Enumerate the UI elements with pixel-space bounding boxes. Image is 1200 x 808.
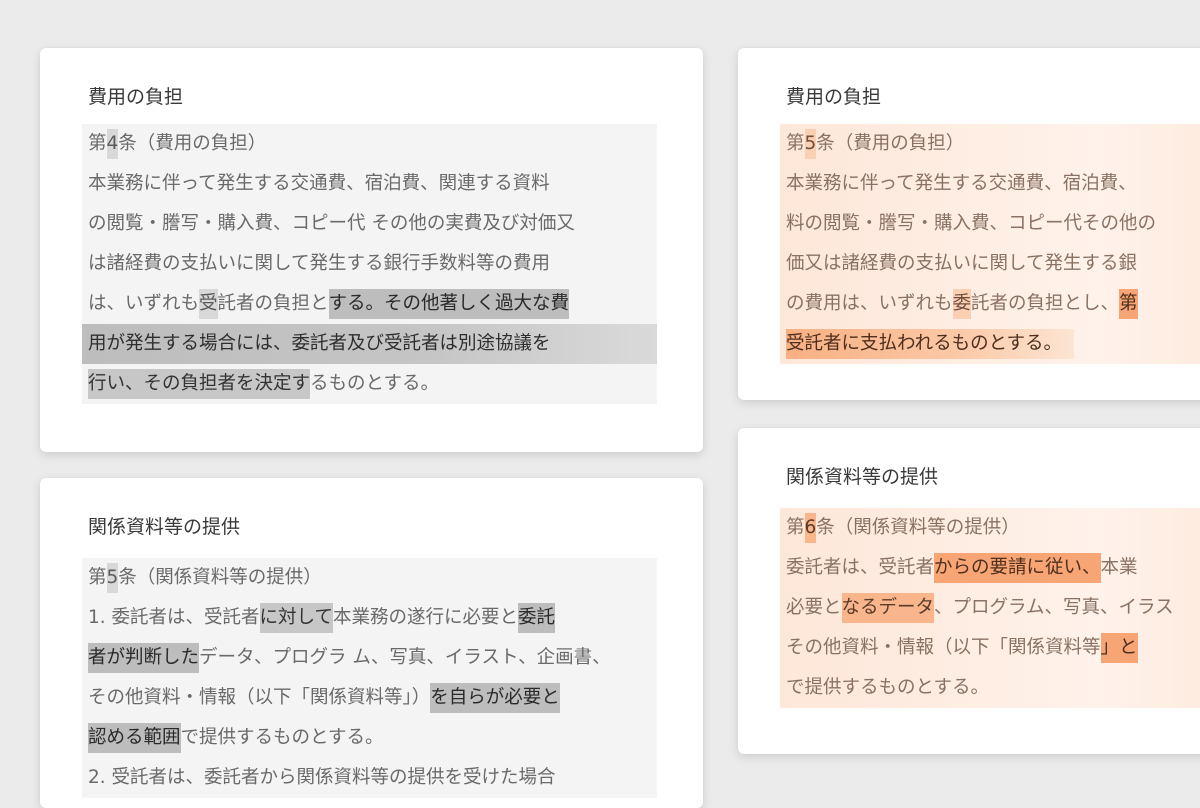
clause-heading: 第4条（費用の負担） [82,124,657,164]
diff-highlight: 受 [199,289,218,319]
text-line: 本業務に伴って発生する交通費、宿泊費、 [780,164,1200,204]
card-title: 費用の負担 [88,86,184,108]
text-line: 行い、その負担者を決定するものとする。 [82,364,657,404]
clause-number: 4 [106,129,119,159]
text-line: 1. 委託者は、受託者に対して本業務の遂行に必要と委託 [82,598,657,638]
text-line: は、いずれも受託者の負担とする。その他著しく過大な費 [82,284,657,324]
text-line: 価又は諸経費の支払いに関して発生する銀 [780,244,1200,284]
text-line: その他資料・情報（以下「関係資料等」）を自らが必要と [82,678,657,718]
clause-number: 6 [804,513,817,543]
text-line: 料の閲覧・謄写・購入費、コピー代その他の [780,204,1200,244]
text-line: 者が判断したデータ、プログラ ム、写真、イラスト、企画書、 [82,638,657,678]
heading-suffix: 条（費用の負担） [118,133,267,154]
text-line: 本業務に伴って発生する交通費、宿泊費、関連する資料 [82,164,657,204]
clause-heading: 第6条（関係資料等の提供） [780,508,1200,548]
card-materials-original: 関係資料等の提供 第5条（関係資料等の提供） 1. 委託者は、受託者に対して本業… [40,478,703,808]
text-line: 認める範囲で提供するものとする。 [82,718,657,758]
card-materials-revised: 関係資料等の提供 第6条（関係資料等の提供） 委託者は、受託者からの要請に従い、… [738,428,1200,754]
diff-highlight: 認める範囲 [88,723,181,753]
heading-prefix: 第 [88,133,107,154]
text-line: の閲覧・謄写・購入費、コピー代 その他の実費及び対価又 [82,204,657,244]
diff-highlight: 受託者に支払われるものとする。 [786,329,1075,359]
card-cost-burden-original: 費用の負担 第4条（費用の負担） 本業務に伴って発生する交通費、宿泊費、関連する… [40,48,703,452]
text-line: で提供するものとする。 [780,668,1200,708]
text-line: は諸経費の支払いに関して発生する銀行手数料等の費用 [82,244,657,284]
card-title: 関係資料等の提供 [786,466,939,488]
clause-number: 5 [804,129,817,159]
text-line: の費用は、いずれも委託者の負担とし、第 [780,284,1200,324]
text-line: 受託者に支払われるものとする。 [780,324,1200,364]
diff-highlight: 行い、その負担者を決定す [88,369,311,399]
diff-highlight: 第 [1119,289,1138,319]
clause-text: 第6条（関係資料等の提供） 委託者は、受託者からの要請に従い、本業 必要となるデ… [780,508,1200,708]
diff-highlight: 委託 [518,603,556,633]
text-line: 2. 受託者は、委託者から関係資料等の提供を受けた場合 [82,758,657,798]
diff-highlight: 者が判断した [88,643,200,673]
clause-text: 第5条（関係資料等の提供） 1. 委託者は、受託者に対して本業務の遂行に必要と委… [82,558,657,798]
clause-text: 第4条（費用の負担） 本業務に伴って発生する交通費、宿泊費、関連する資料 の閲覧… [82,124,657,404]
diff-highlight: 」と [1100,633,1138,663]
diff-highlight: する。その他著しく過大な費 [328,289,570,319]
text-line: 必要となるデータ、プログラム、写真、イラス [780,588,1200,628]
diff-highlight: を自らが必要と [430,683,560,713]
clause-heading: 第5条（費用の負担） [780,124,1200,164]
diff-highlight: 委 [952,289,972,319]
clause-number: 5 [106,563,119,593]
clause-text: 第5条（費用の負担） 本業務に伴って発生する交通費、宿泊費、 料の閲覧・謄写・購… [780,124,1200,364]
text-line: その他資料・情報（以下「関係資料等」と [780,628,1200,668]
diff-highlight: からの要請に従い、 [934,553,1101,583]
card-cost-burden-revised: 費用の負担 第5条（費用の負担） 本業務に伴って発生する交通費、宿泊費、 料の閲… [738,48,1200,400]
card-title: 関係資料等の提供 [88,516,241,538]
diff-highlight: なるデータ [841,593,935,623]
text-line-highlighted: 用が発生する場合には、委託者及び受託者は別途協議を [82,324,657,364]
card-title: 費用の負担 [786,86,882,108]
diff-highlight: に対して [259,603,333,633]
clause-heading: 第5条（関係資料等の提供） [82,558,657,598]
text-line: 委託者は、受託者からの要請に従い、本業 [780,548,1200,588]
